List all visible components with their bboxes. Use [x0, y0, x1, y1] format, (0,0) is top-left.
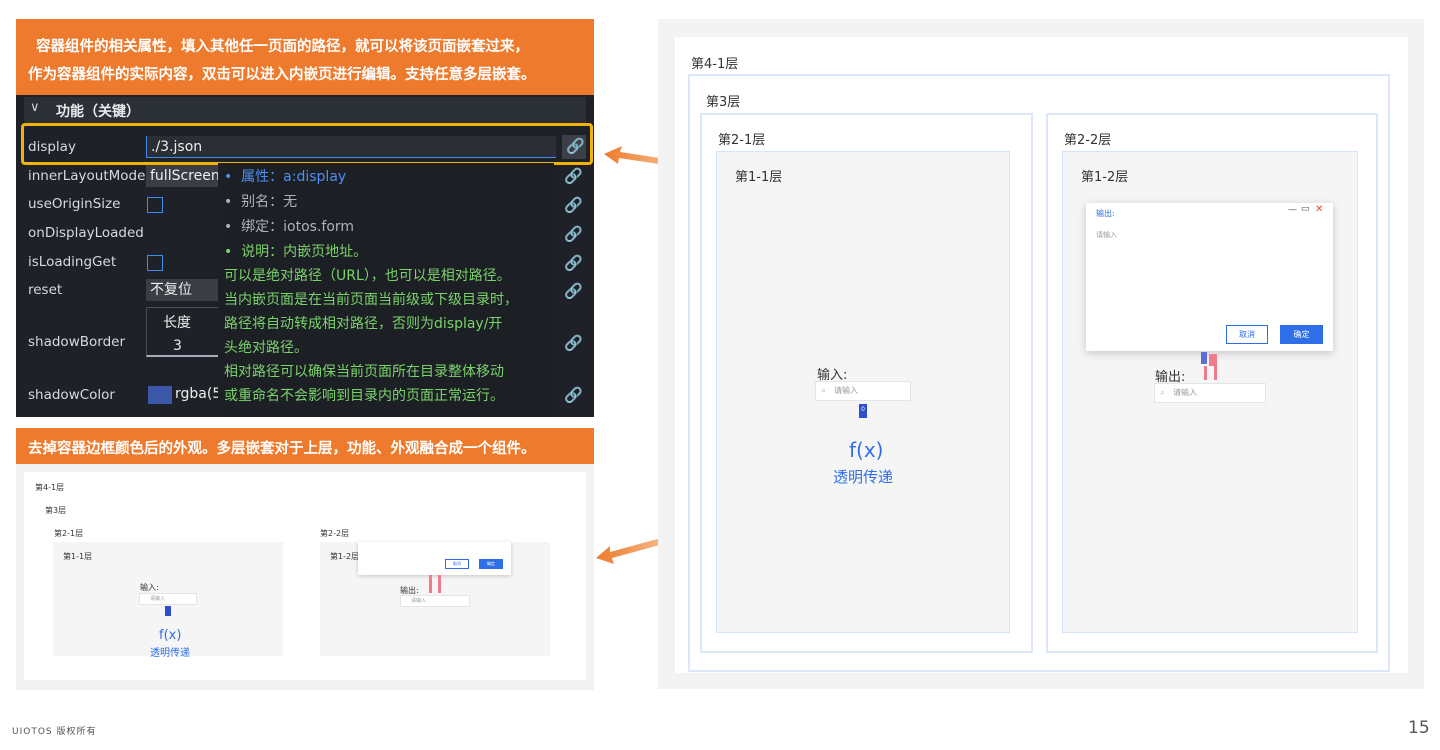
prop-innerlayoutmode-label: innerLayoutMode: [28, 168, 146, 184]
bottom-banner: 去掉容器边框颜色后的外观。多层嵌套对于上层，功能、外观融合成一个组件。: [16, 428, 594, 464]
tooltip: • 属性：a:display • 别名：无 • 绑定：iotos.form • …: [218, 163, 554, 417]
preview-layer4-label: 第4-1层: [35, 483, 65, 492]
bottom-banner-text: 去掉容器边框颜色后的外观。多层嵌套对于上层，功能、外观融合成一个组件。: [28, 441, 536, 457]
layer1-2-panel: 第1-2层 输出: — ▭ ✕ 请输入 取消 确定 输出: ⌕ 请输入: [1062, 151, 1358, 633]
close-icon[interactable]: ✕: [1315, 204, 1323, 215]
output-dialog: 输出: — ▭ ✕ 请输入 取消 确定: [1086, 203, 1333, 351]
prop-shadowcolor-label: shadowColor: [28, 387, 115, 403]
preview-area: 第4-1层 第3层 第2-1层 第2-2层 第1-1层 输入: 请输入 f(x)…: [16, 464, 594, 690]
copyright: UIOTOS 版权所有: [12, 727, 97, 737]
useoriginsize-checkbox[interactable]: [147, 197, 163, 213]
preview-robot-icon: [429, 575, 441, 593]
preview-output-field[interactable]: 请输入: [400, 595, 470, 607]
prop-ondisplayloaded-label: onDisplayLoaded: [28, 225, 144, 241]
preview-func-caption: 透明传递: [150, 648, 190, 659]
maximize-icon[interactable]: ▭: [1301, 204, 1310, 214]
link-icon[interactable]: 🔗: [564, 167, 583, 185]
dialog-title: 输出:: [1096, 209, 1115, 218]
input-placeholder: 请输入: [834, 386, 858, 395]
shadowborder-col-header: 长度: [163, 315, 191, 331]
layer3-label: 第3层: [706, 95, 741, 110]
layer2-2-frame: 第2-2层 第1-2层 输出: — ▭ ✕ 请输入 取消 确定 输出: ⌕ 请输…: [1046, 113, 1378, 653]
search-icon: ⌕: [821, 386, 827, 396]
shadowborder-table: 长度 3: [146, 307, 226, 357]
connector-node-value: 0: [861, 406, 865, 413]
layer1-2-label: 第1-2层: [1081, 170, 1129, 185]
preview-dialog: 取消 确定: [358, 542, 511, 575]
output-placeholder: 请输入: [1173, 388, 1197, 397]
layer4-label: 第4-1层: [691, 57, 739, 72]
tooltip-line-5: 相对路径可以确保当前页面所在目录整体移动: [224, 364, 504, 380]
link-icon[interactable]: 🔗: [564, 386, 583, 404]
top-banner: 容器组件的相关属性，填入其他任一页面的路径，就可以将该页面嵌套过来， 作为容器组…: [16, 19, 594, 95]
section-title: 功能（关键）: [56, 104, 140, 120]
layer4-frame: 第4-1层 第3层 第2-1层 第1-1层 输入: ⌕ 请输入 0 f(x) 透…: [675, 37, 1408, 673]
prop-reset-label: reset: [28, 282, 63, 298]
robot-icon: [1201, 352, 1219, 382]
shadowborder-col-value[interactable]: 3: [173, 338, 182, 354]
link-icon[interactable]: 🔗: [564, 196, 583, 214]
layer2-2-label: 第2-2层: [1064, 133, 1112, 148]
tooltip-desc: • 说明：内嵌页地址。: [224, 244, 368, 260]
layer2-1-frame: 第2-1层 第1-1层 输入: ⌕ 请输入 0 f(x) 透明传递: [700, 113, 1033, 653]
tooltip-attr: • 属性：a:display: [224, 169, 347, 185]
layer2-1-label: 第2-1层: [718, 133, 766, 148]
property-panel: ∨ 功能（关键） display ./3.json 🔗 innerLayoutM…: [16, 95, 594, 417]
minimize-icon[interactable]: —: [1288, 205, 1297, 215]
preview-canvas: 第4-1层 第3层 第2-1层 第2-2层 第1-1层 输入: 请输入 f(x)…: [24, 472, 586, 680]
link-icon[interactable]: 🔗: [564, 254, 583, 272]
prop-shadowborder-label: shadowBorder: [28, 334, 125, 350]
layer1-1-panel: 第1-1层 输入: ⌕ 请输入 0 f(x) 透明传递: [716, 151, 1010, 633]
nested-demo-outer: 第4-1层 第3层 第2-1层 第1-1层 输入: ⌕ 请输入 0 f(x) 透…: [658, 19, 1424, 689]
connector-node: 0: [859, 404, 867, 418]
isloadingget-checkbox[interactable]: [147, 255, 163, 271]
preview-func-symbol: f(x): [159, 628, 182, 643]
ok-button[interactable]: 确定: [1280, 325, 1323, 344]
dialog-placeholder: 请输入: [1096, 231, 1117, 239]
func-symbol: f(x): [849, 438, 884, 462]
preview-layer1-1-label: 第1-1层: [63, 552, 93, 561]
link-icon[interactable]: 🔗: [564, 282, 583, 300]
prop-useoriginsize-label: useOriginSize: [28, 196, 121, 212]
prop-isloadingget-label: isLoadingGet: [28, 254, 117, 270]
tooltip-line-1: 可以是绝对路径（URL），也可以是相对路径。: [224, 268, 511, 284]
innerlayoutmode-value[interactable]: fullScreen: [146, 165, 226, 187]
preview-input[interactable]: 请输入: [139, 593, 197, 605]
shadowcolor-swatch[interactable]: [148, 386, 172, 404]
preview-layer3-label: 第3层: [45, 506, 67, 515]
preview-layer1-2-label: 第1-2层: [330, 552, 360, 561]
preview-layer2-1-label: 第2-1层: [54, 529, 84, 538]
cancel-button[interactable]: 取消: [1226, 325, 1268, 344]
preview-panel-left: 第1-1层 输入: 请输入 f(x) 透明传递: [53, 542, 283, 659]
top-banner-line-2: 作为容器组件的实际内容，双击可以进入内嵌页进行编辑。支持任意多层嵌套。: [28, 67, 536, 83]
tooltip-binding: • 绑定：iotos.form: [224, 219, 355, 235]
link-icon[interactable]: 🔗: [564, 225, 583, 243]
tooltip-alias: • 别名：无: [224, 194, 298, 210]
tooltip-line-2: 当内嵌页面是在当前页面当前级或下级目录时，: [224, 292, 518, 308]
preview-ok-button[interactable]: 确定: [479, 559, 503, 569]
preview-layer2-2-label: 第2-2层: [320, 529, 350, 538]
preview-panel-right: 第1-2层 取消 确定 输出: 请输入: [320, 542, 550, 656]
preview-input-label: 输入:: [140, 583, 159, 592]
link-icon[interactable]: 🔗: [564, 334, 583, 352]
preview-node: [165, 606, 171, 616]
display-highlight: [21, 123, 593, 165]
preview-cancel-button[interactable]: 取消: [445, 559, 469, 569]
tooltip-line-3: 路径将自动转成相对路径，否则为display/开: [224, 316, 503, 332]
section-header[interactable]: ∨ 功能（关键）: [24, 97, 586, 123]
top-banner-line-1: 容器组件的相关属性，填入其他任一页面的路径，就可以将该页面嵌套过来，: [36, 39, 529, 55]
layer1-1-label: 第1-1层: [735, 170, 783, 185]
tooltip-line-6: 或重命名不会影响到目录内的页面正常运行。: [224, 388, 504, 404]
layer3-frame: 第3层 第2-1层 第1-1层 输入: ⌕ 请输入 0 f(x) 透明传递 第2…: [688, 74, 1390, 672]
input-field[interactable]: ⌕ 请输入: [815, 381, 911, 401]
search-icon: ⌕: [1160, 388, 1166, 398]
tooltip-line-4: 头绝对路径。: [224, 340, 308, 356]
page-number: 15: [1408, 718, 1430, 738]
output-field[interactable]: ⌕ 请输入: [1154, 383, 1266, 403]
func-caption: 透明传递: [833, 468, 894, 486]
chevron-down-icon: ∨: [30, 100, 40, 115]
reset-select[interactable]: 不复位: [146, 279, 226, 301]
